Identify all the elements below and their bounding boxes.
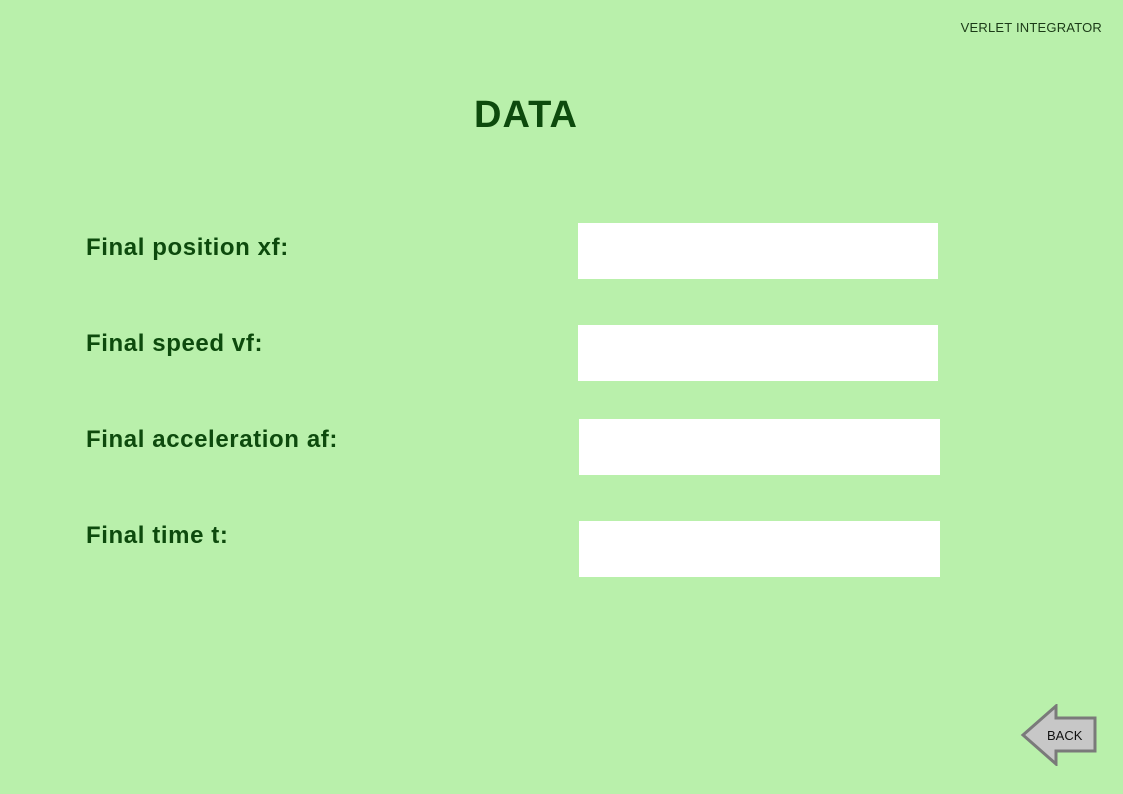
final-acceleration-label: Final acceleration af: <box>86 426 338 453</box>
app-title: VERLET INTEGRATOR <box>960 20 1102 35</box>
final-speed-label: Final speed vf: <box>86 330 264 357</box>
final-time-label: Final time t: <box>86 522 229 549</box>
page-title: DATA <box>474 94 578 136</box>
final-acceleration-field[interactable] <box>579 419 940 475</box>
final-position-label: Final position xf: <box>86 234 289 261</box>
final-speed-field[interactable] <box>578 325 938 381</box>
final-time-field[interactable] <box>579 521 940 577</box>
back-button[interactable]: BACK <box>1020 704 1098 766</box>
final-position-field[interactable] <box>578 223 938 279</box>
back-button-label: BACK <box>1047 728 1083 743</box>
